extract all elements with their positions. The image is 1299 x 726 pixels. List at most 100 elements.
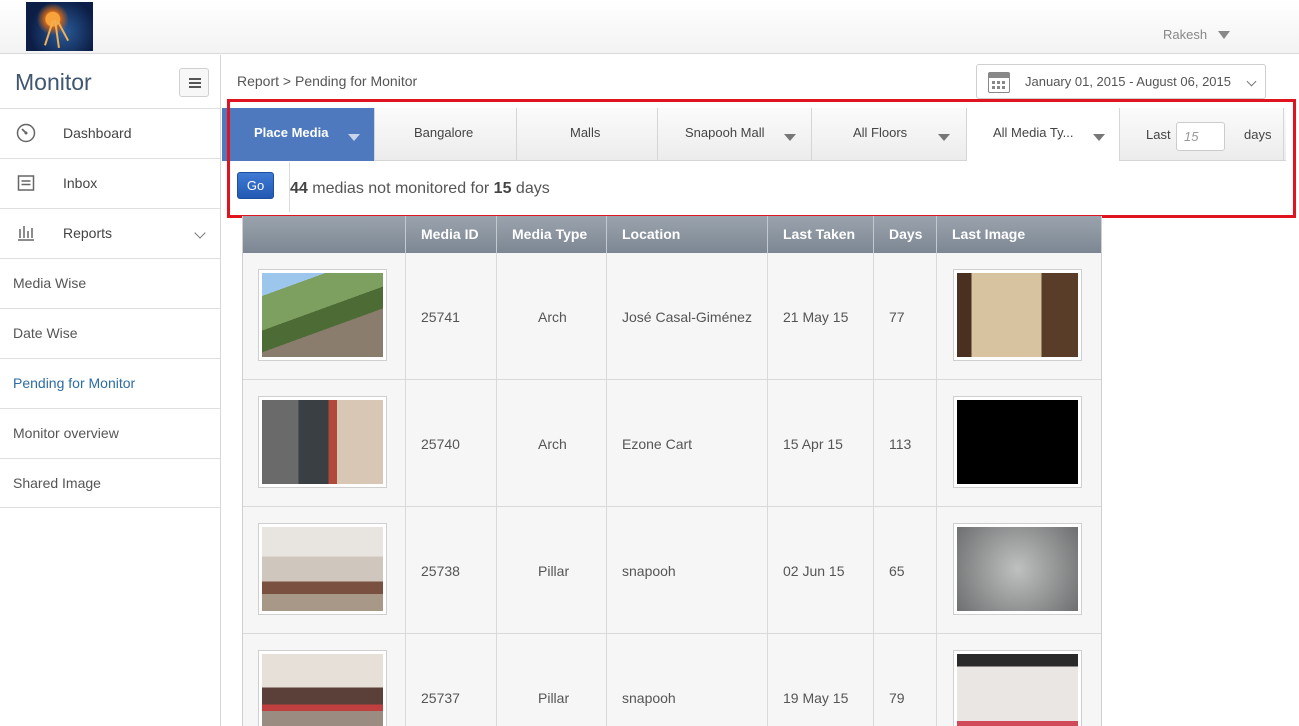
sidebar-sub-item-label: Shared Image <box>13 475 101 491</box>
sidebar-sub-item-label: Monitor overview <box>13 425 119 441</box>
table-header: Media ID Media Type Location Last Taken … <box>243 216 1101 253</box>
category-filter[interactable]: Malls <box>517 108 658 161</box>
column-header-thumbnail <box>243 216 406 253</box>
caret-down-icon <box>1093 134 1105 141</box>
go-button[interactable]: Go <box>237 172 274 199</box>
chevron-down-icon <box>1246 76 1257 87</box>
sidebar-item-label: Reports <box>63 225 113 241</box>
sidebar-item-label: Dashboard <box>63 125 132 141</box>
mall-dropdown[interactable]: Snapooh Mall <box>658 108 812 161</box>
app-logo[interactable] <box>26 2 93 51</box>
date-range-picker[interactable]: January 01, 2015 - August 06, 2015 <box>976 64 1266 99</box>
category-label: Malls <box>570 125 601 140</box>
last-taken-cell: 02 Jun 15 <box>768 507 874 634</box>
days-cell: 65 <box>874 507 937 634</box>
last-image-cell <box>937 380 1101 507</box>
user-menu-caret-icon[interactable] <box>1218 31 1230 39</box>
location-cell: snapooh <box>607 507 768 634</box>
sidebar-item-label: Inbox <box>63 175 98 191</box>
media-type-cell: Arch <box>497 380 607 507</box>
last-image-thumbnail[interactable] <box>953 396 1082 488</box>
caret-down-icon <box>784 134 796 141</box>
days-input[interactable]: 15 <box>1176 122 1225 151</box>
city-filter[interactable]: Bangalore <box>375 108 517 161</box>
table-row[interactable]: 25737 Pillar snapooh 19 May 15 79 <box>243 634 1101 726</box>
thumbnail-cell <box>243 634 406 726</box>
calendar-icon <box>988 72 1010 93</box>
location-cell: José Casal-Giménez <box>607 253 768 380</box>
media-type-dropdown[interactable]: All Media Ty... <box>967 108 1120 161</box>
sidebar-title: Monitor <box>15 69 92 95</box>
table-row[interactable]: 25741 Arch José Casal-Giménez 21 May 15 … <box>243 253 1101 380</box>
media-type-cell: Pillar <box>497 634 607 726</box>
sidebar-sub-item-label: Date Wise <box>13 325 78 341</box>
pending-media-table: Media ID Media Type Location Last Taken … <box>242 216 1102 726</box>
caret-down-icon <box>938 134 950 141</box>
place-media-label: Place Media <box>254 125 329 140</box>
location-cell: Ezone Cart <box>607 380 768 507</box>
last-image-thumbnail[interactable] <box>953 523 1082 615</box>
sidebar-item-inbox[interactable]: Inbox <box>0 158 220 208</box>
media-id-cell: 25738 <box>406 507 497 634</box>
table-row[interactable]: 25738 Pillar snapooh 02 Jun 15 65 <box>243 507 1101 634</box>
days-cell: 79 <box>874 634 937 726</box>
mall-label: Snapooh Mall <box>685 125 765 140</box>
breadcrumb: Report > Pending for Monitor <box>237 73 418 89</box>
media-thumbnail[interactable] <box>258 396 387 488</box>
summary-text: 44 medias not monitored for 15 days <box>290 180 550 198</box>
inbox-icon <box>17 175 35 191</box>
thumbnail-cell <box>243 507 406 634</box>
chevron-down-icon <box>194 227 206 239</box>
thumbnail-cell <box>243 380 406 507</box>
media-type-cell: Pillar <box>497 507 607 634</box>
column-header-last-image: Last Image <box>952 226 1026 242</box>
media-id-cell: 25737 <box>406 634 497 726</box>
filter-bar: Place Media Bangalore Malls Snapooh Mall… <box>222 108 1286 161</box>
media-thumbnail[interactable] <box>258 269 387 361</box>
last-taken-cell: 15 Apr 15 <box>768 380 874 507</box>
last-image-cell <box>937 634 1101 726</box>
summary-days: 15 <box>493 180 512 197</box>
user-name[interactable]: Rakesh <box>1163 27 1207 42</box>
last-image-cell <box>937 253 1101 380</box>
sidebar-sub-item-media-wise[interactable]: Media Wise <box>0 258 220 308</box>
days-cell: 113 <box>874 380 937 507</box>
media-type-label: All Media Ty... <box>993 125 1074 140</box>
last-image-thumbnail[interactable] <box>953 650 1082 726</box>
media-type-cell: Arch <box>497 253 607 380</box>
date-range-value: January 01, 2015 - August 06, 2015 <box>1025 74 1231 89</box>
column-header-media-type[interactable]: Media Type <box>497 216 607 253</box>
last-image-thumbnail[interactable] <box>953 269 1082 361</box>
column-header-location[interactable]: Location <box>607 216 768 253</box>
reports-icon <box>18 226 34 241</box>
dashboard-icon <box>16 123 36 143</box>
sidebar-sub-item-pending-for-monitor[interactable]: Pending for Monitor <box>0 358 220 408</box>
floors-dropdown[interactable]: All Floors <box>812 108 967 161</box>
city-label: Bangalore <box>414 125 474 140</box>
location-cell: snapooh <box>607 634 768 726</box>
summary-middle: medias not monitored for <box>307 180 494 197</box>
top-bar: Rakesh <box>0 0 1299 54</box>
caret-down-icon <box>348 134 360 141</box>
column-header-days[interactable]: Days <box>874 216 937 253</box>
column-header-last-taken[interactable]: Last Taken <box>768 216 874 253</box>
sidebar-sub-item-monitor-overview[interactable]: Monitor overview <box>0 408 220 458</box>
sidebar-item-reports[interactable]: Reports <box>0 208 220 258</box>
media-thumbnail[interactable] <box>258 523 387 615</box>
media-thumbnail[interactable] <box>258 650 387 726</box>
sidebar-sub-item-date-wise[interactable]: Date Wise <box>0 308 220 358</box>
menu-toggle-button[interactable] <box>179 68 209 97</box>
days-label: days <box>1244 127 1272 142</box>
sidebar-sub-item-shared-image[interactable]: Shared Image <box>0 458 220 508</box>
days-cell: 77 <box>874 253 937 380</box>
sidebar-sub-item-label: Pending for Monitor <box>13 375 136 391</box>
place-media-dropdown[interactable]: Place Media <box>222 108 375 161</box>
column-header-media-id[interactable]: Media ID <box>406 216 497 253</box>
summary-count: 44 <box>290 180 308 197</box>
table-row[interactable]: 25740 Arch Ezone Cart 15 Apr 15 113 <box>243 380 1101 507</box>
sidebar: Monitor Dashboard Inbox Reports Media Wi… <box>0 55 221 726</box>
sidebar-item-dashboard[interactable]: Dashboard <box>0 108 220 158</box>
last-label: Last <box>1146 127 1171 142</box>
media-id-cell: 25740 <box>406 380 497 507</box>
media-id-cell: 25741 <box>406 253 497 380</box>
